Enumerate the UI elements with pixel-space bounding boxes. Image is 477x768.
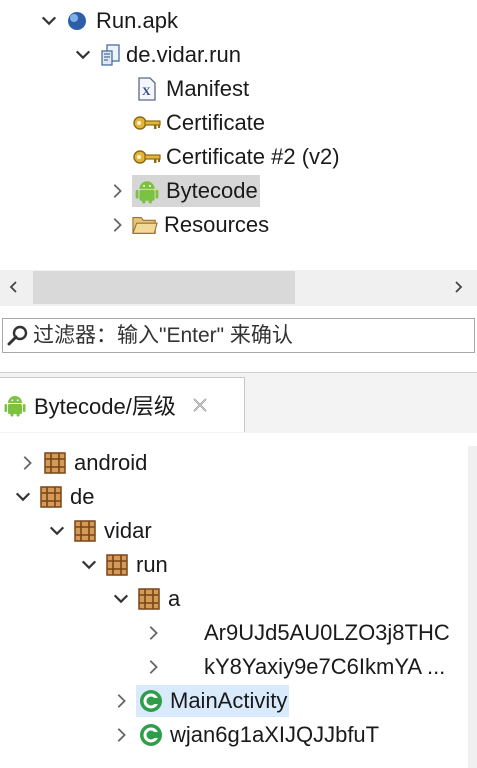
package-label: de.vidar.run <box>126 42 241 67</box>
de-package-label: de <box>70 484 95 509</box>
close-icon[interactable] <box>190 395 210 415</box>
tree-row-class2[interactable]: kY8Yaxiy9e7C6IkmYA ... <box>142 650 445 684</box>
other-class-label: wjan6g1aXIJQJJbfuT <box>170 722 380 747</box>
chevron-down-icon[interactable] <box>12 486 34 508</box>
tree-row-package[interactable]: de.vidar.run <box>72 38 241 72</box>
tree-row-manifest[interactable]: X Manifest <box>134 72 249 106</box>
class1-label: Ar9UJd5AU0LZO3j8THC <box>204 620 450 645</box>
tab-bytecode-hierarchy[interactable]: Bytecode/层级 <box>0 377 245 432</box>
chevron-down-icon[interactable] <box>72 44 94 66</box>
chevron-right-icon[interactable] <box>16 452 38 474</box>
package-icon <box>38 484 64 510</box>
package-file-icon <box>98 42 124 68</box>
run-package-label: run <box>136 552 168 577</box>
package-icon <box>136 586 162 612</box>
tree-row-apk[interactable]: Run.apk <box>38 4 178 38</box>
panel-right-edge <box>468 446 477 768</box>
package-icon <box>42 450 68 476</box>
chevron-down-icon[interactable] <box>38 10 60 32</box>
tab-title: Bytecode/层级 <box>34 394 176 419</box>
chevron-right-icon[interactable] <box>142 622 164 644</box>
tree-row-run[interactable]: run <box>78 548 168 582</box>
certificate-2-label: Certificate #2 (v2) <box>166 144 340 169</box>
main-activity-label: MainActivity <box>170 688 288 713</box>
main-activity-selection[interactable]: MainActivity <box>136 685 290 717</box>
bytecode-selection[interactable]: Bytecode <box>132 175 260 207</box>
tree-row-class1[interactable]: Ar9UJd5AU0LZO3j8THC <box>142 616 450 650</box>
key-icon <box>132 110 162 136</box>
tree-row-certificate-2[interactable]: Certificate #2 (v2) <box>132 140 340 174</box>
tree-row-other-class[interactable]: wjan6g1aXIJQJJbfuT <box>110 718 379 752</box>
a-package-label: a <box>168 586 181 611</box>
chevron-right-icon[interactable] <box>106 180 128 202</box>
folder-icon <box>132 212 158 238</box>
tree-row-bytecode[interactable]: Bytecode <box>106 174 260 208</box>
manifest-label: Manifest <box>166 76 250 101</box>
tree-row-certificate[interactable]: Certificate <box>132 106 265 140</box>
vidar-package-label: vidar <box>104 518 152 543</box>
tree-row-vidar[interactable]: vidar <box>46 514 152 548</box>
tree-row-a[interactable]: a <box>110 582 180 616</box>
apk-icon <box>64 8 90 34</box>
chevron-down-icon[interactable] <box>78 554 100 576</box>
svg-text:X: X <box>142 84 151 98</box>
chevron-right-icon[interactable] <box>110 724 132 746</box>
android-package-label: android <box>74 450 148 475</box>
scrollbar-thumb[interactable] <box>33 271 295 304</box>
scroll-left-arrow-icon[interactable] <box>4 277 24 297</box>
apk-label: Run.apk <box>96 8 178 33</box>
resources-label: Resources <box>164 212 270 237</box>
view-tab-bar: Bytecode/层级 <box>0 372 477 433</box>
xml-file-icon: X <box>134 76 160 102</box>
package-icon <box>72 518 98 544</box>
android-icon <box>2 392 28 418</box>
android-icon <box>134 178 160 204</box>
horizontal-scrollbar[interactable] <box>0 270 477 306</box>
filter-field[interactable] <box>2 318 475 353</box>
class-icon <box>138 722 164 748</box>
chevron-right-icon[interactable] <box>110 690 132 712</box>
tree-row-resources[interactable]: Resources <box>106 208 269 242</box>
scroll-right-arrow-icon[interactable] <box>448 277 468 297</box>
key-icon <box>132 144 162 170</box>
bytecode-label: Bytecode <box>166 178 258 203</box>
tree-row-de[interactable]: de <box>12 480 94 514</box>
class-icon <box>138 688 164 714</box>
tree-row-main-activity[interactable]: MainActivity <box>110 684 290 718</box>
chevron-right-icon[interactable] <box>142 656 164 678</box>
certificate-label: Certificate <box>166 110 266 135</box>
chevron-down-icon[interactable] <box>110 588 132 610</box>
search-icon <box>3 325 33 347</box>
chevron-down-icon[interactable] <box>46 520 68 542</box>
package-icon <box>104 552 130 578</box>
filter-input[interactable] <box>33 323 463 348</box>
chevron-right-icon[interactable] <box>106 214 128 236</box>
tree-row-android[interactable]: android <box>16 446 147 480</box>
class2-label: kY8Yaxiy9e7C6IkmYA ... <box>204 654 446 679</box>
